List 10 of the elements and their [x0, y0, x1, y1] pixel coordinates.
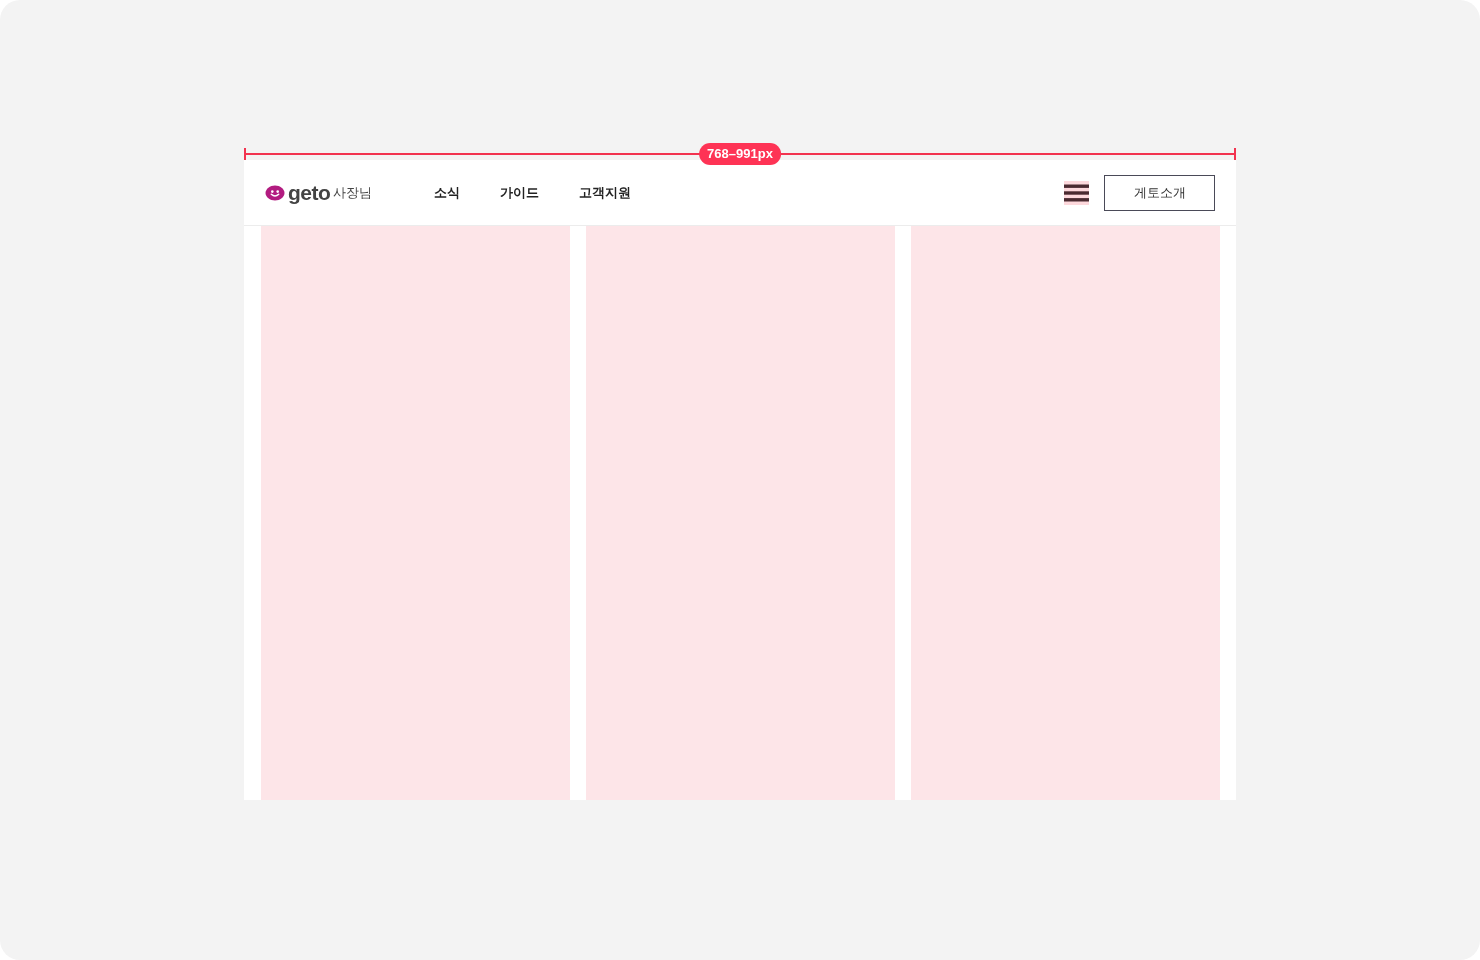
logo-suffix: 사장님 — [333, 183, 373, 202]
nav-link[interactable]: 가이드 — [500, 183, 540, 202]
logo-wordmark: geto — [288, 180, 331, 205]
breakpoint-badge: 768–991px — [699, 143, 781, 165]
intro-button[interactable]: 게토소개 — [1104, 174, 1215, 211]
nav-link[interactable]: 고객지원 — [579, 183, 632, 202]
smiley-face-icon — [265, 185, 285, 201]
nav-link[interactable]: 소식 — [434, 183, 461, 202]
menu-icon — [1064, 183, 1089, 202]
menu-button[interactable] — [1064, 180, 1089, 205]
